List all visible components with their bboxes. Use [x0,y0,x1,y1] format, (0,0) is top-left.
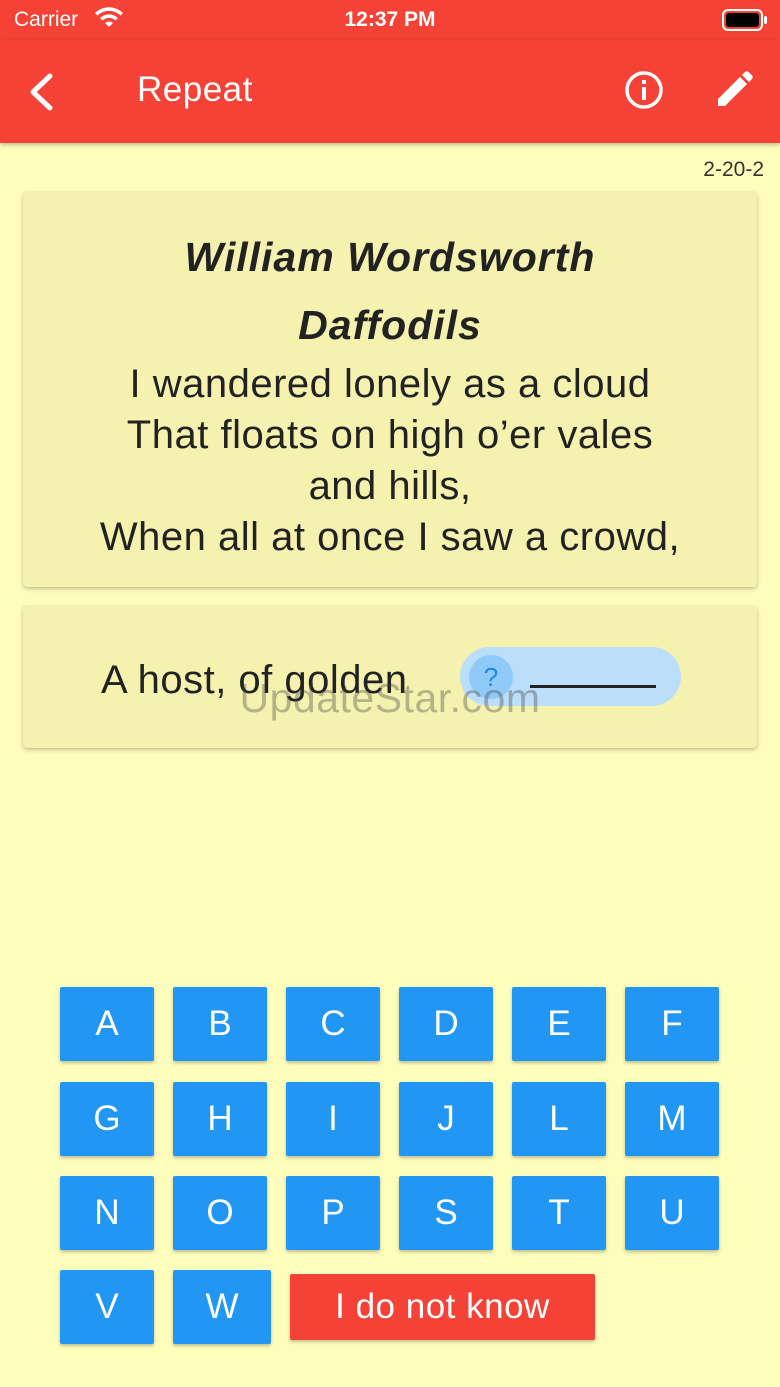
key-c[interactable]: C [286,987,380,1061]
status-bar: Carrier 12:37 PM [0,0,780,40]
watermark: UpdateStar.com [239,675,541,721]
key-n[interactable]: N [60,1176,154,1250]
lesson-code: 2-20-2 [703,158,764,181]
poem-line: I wandered lonely as a cloud [129,362,651,406]
key-w[interactable]: W [173,1270,271,1344]
edit-button[interactable] [712,68,756,112]
key-e[interactable]: E [512,987,606,1061]
key-f[interactable]: F [625,987,719,1061]
key-u[interactable]: U [625,1176,719,1250]
key-m[interactable]: M [625,1082,719,1156]
key-j[interactable]: J [399,1082,493,1156]
key-d[interactable]: D [399,987,493,1061]
key-i[interactable]: I [286,1082,380,1156]
page-title: Repeat [137,70,253,109]
back-button[interactable] [22,70,62,114]
info-button[interactable] [622,68,666,112]
battery-icon [722,9,768,36]
info-icon [625,71,663,109]
key-a[interactable]: A [60,987,154,1061]
key-o[interactable]: O [173,1176,267,1250]
poem-title: Daffodils [298,302,482,348]
poem-card: William Wordsworth Daffodils I wandered … [23,192,757,587]
poem-line: and hills, [308,464,472,508]
poem-line: That floats on high o’er vales [126,413,654,457]
key-p[interactable]: P [286,1176,380,1250]
key-l[interactable]: L [512,1082,606,1156]
key-s[interactable]: S [399,1176,493,1250]
pencil-icon [718,71,753,106]
dont-know-button[interactable]: I do not know [290,1274,595,1340]
key-v[interactable]: V [60,1270,154,1344]
poem-author: William Wordsworth [184,234,596,280]
app-bar: Repeat [0,40,780,143]
poem-line: When all at once I saw a crowd, [99,515,681,559]
key-b[interactable]: B [173,987,267,1061]
chevron-left-icon [30,73,53,111]
clock: 12:37 PM [344,8,436,31]
key-g[interactable]: G [60,1082,154,1156]
key-t[interactable]: T [512,1176,606,1250]
key-h[interactable]: H [173,1082,267,1156]
